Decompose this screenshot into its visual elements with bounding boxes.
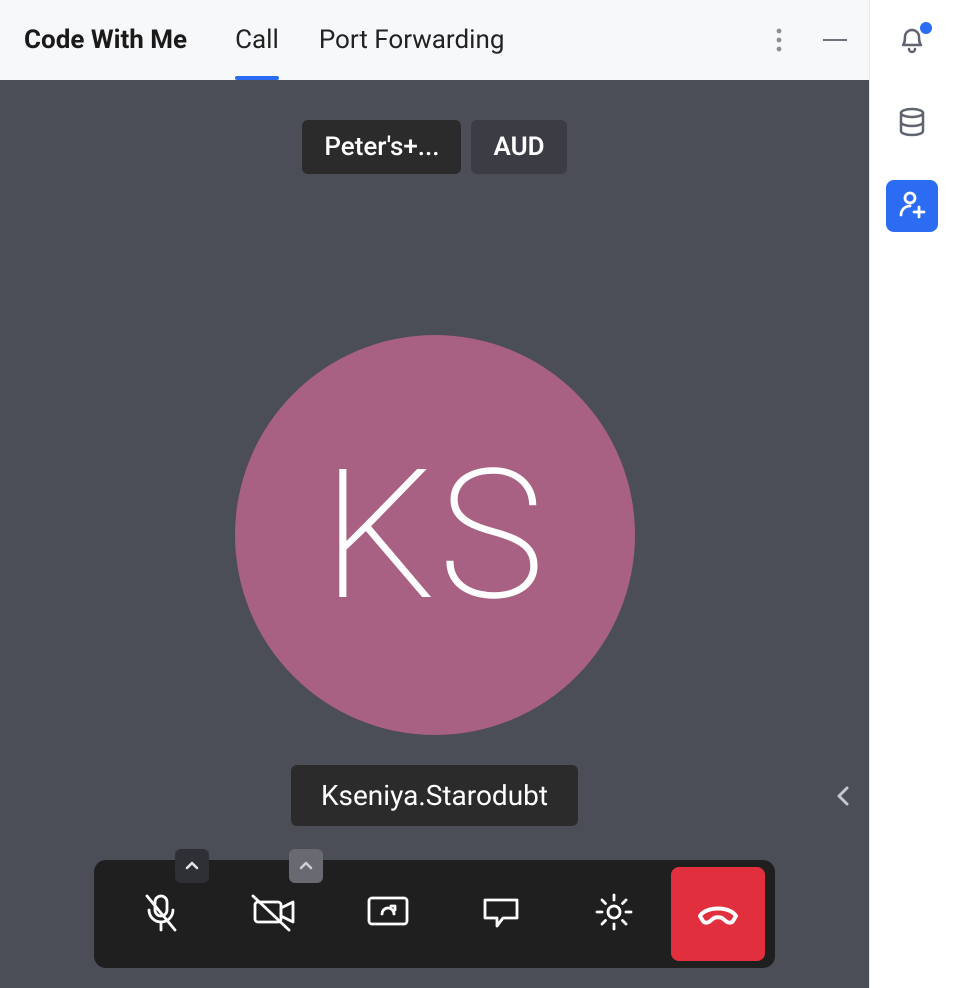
avatar: KS (235, 335, 635, 735)
person-add-icon (895, 187, 929, 225)
chat-button[interactable] (444, 867, 557, 961)
microphone-button[interactable] (104, 867, 217, 961)
call-area: Peter's+... AUD KS Kseniya.Starodubt (0, 80, 869, 988)
collapse-panel-icon[interactable] (827, 780, 859, 812)
chat-icon (479, 892, 523, 936)
header: Code With Me Call Port Forwarding (0, 0, 869, 80)
participant-name-label: Kseniya.Starodubt (321, 779, 548, 812)
camera-button[interactable] (217, 867, 330, 961)
tab-port-forwarding[interactable]: Port Forwarding (319, 0, 505, 80)
settings-button[interactable] (558, 867, 671, 961)
more-options-icon[interactable] (765, 26, 793, 54)
notification-dot-icon (920, 22, 932, 34)
camera-options-chevron-icon[interactable] (289, 849, 323, 883)
share-screen-icon (365, 892, 411, 936)
database-icon (895, 105, 929, 143)
tab-call-label: Call (235, 25, 279, 55)
hangup-button[interactable] (671, 867, 765, 961)
add-participant-button[interactable] (886, 180, 938, 232)
hangup-icon (692, 886, 744, 942)
call-toolbar (94, 860, 775, 968)
header-actions (765, 26, 849, 54)
database-button[interactable] (886, 98, 938, 150)
tab-port-forwarding-label: Port Forwarding (319, 25, 505, 55)
participant-display: KS Kseniya.Starodubt (0, 335, 869, 826)
participant-pills: Peter's+... AUD (0, 120, 869, 174)
tab-call[interactable]: Call (235, 0, 279, 80)
microphone-options-chevron-icon[interactable] (175, 849, 209, 883)
notifications-button[interactable] (886, 16, 938, 68)
tabs: Call Port Forwarding (235, 0, 765, 80)
share-screen-button[interactable] (331, 867, 444, 961)
right-rail (870, 0, 954, 988)
gear-icon (593, 891, 635, 937)
session-pill-primary-label: Peter's+... (324, 132, 439, 162)
session-pill-secondary-label: AUD (493, 132, 544, 162)
session-pill-secondary[interactable]: AUD (471, 120, 566, 174)
app-title: Code With Me (24, 25, 187, 55)
avatar-initials: KS (322, 430, 547, 641)
minimize-icon[interactable] (821, 26, 849, 54)
camera-off-icon (249, 890, 299, 938)
microphone-muted-icon (139, 890, 183, 938)
session-pill-primary[interactable]: Peter's+... (302, 120, 461, 174)
participant-name-badge: Kseniya.Starodubt (291, 765, 578, 826)
